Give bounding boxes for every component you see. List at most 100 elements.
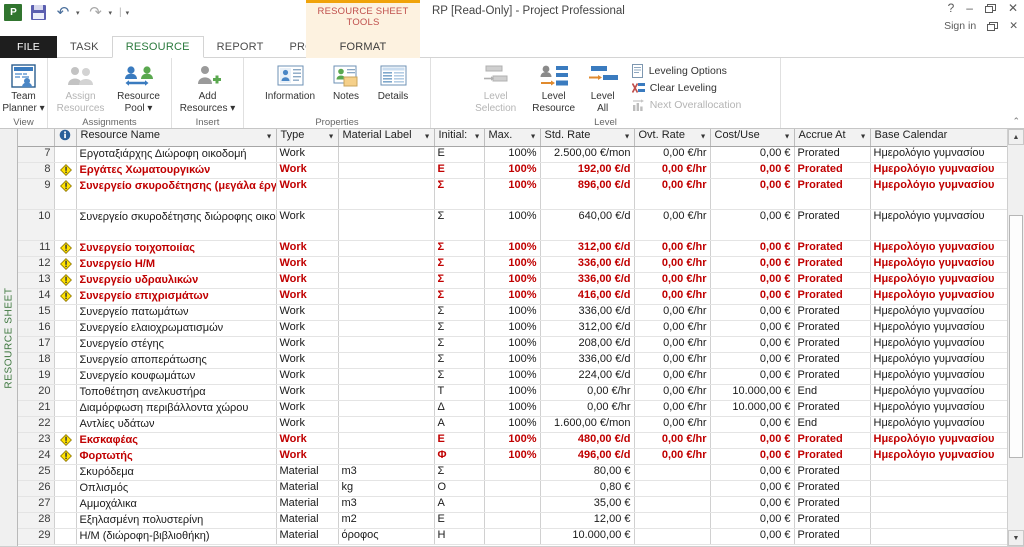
cell-initials[interactable]: Α	[434, 416, 485, 433]
table-row[interactable]: 11 Συνεργείο τοιχοποιίας Work Σ 100% 312,00 €…	[18, 240, 1007, 257]
cell-material-label[interactable]	[338, 400, 435, 417]
cell-base-calendar[interactable]: Ημερολόγιο γυμνασίου	[870, 272, 1007, 289]
cell-std-rate[interactable]: 416,00 €/d	[540, 288, 635, 305]
cell-initials[interactable]: Ε	[434, 162, 485, 179]
row-indicator-cell[interactable]	[54, 448, 77, 465]
cell-max[interactable]	[484, 528, 541, 545]
cell-std-rate[interactable]: 336,00 €/d	[540, 304, 635, 321]
redo-dropdown-icon[interactable]: ▾	[109, 9, 113, 17]
cell-cost-use[interactable]: 0,00 €	[710, 240, 795, 257]
cell-initials[interactable]: Σ	[434, 240, 485, 257]
filter-arrow-cost-use[interactable]: ▼	[784, 134, 791, 141]
cell-max[interactable]: 100%	[484, 320, 541, 337]
row-indicator-cell[interactable]	[54, 416, 77, 433]
close-ribbon-button[interactable]: ✕	[1009, 20, 1018, 32]
cell-max[interactable]: 100%	[484, 162, 541, 179]
row-id-cell[interactable]: 9	[18, 178, 55, 210]
cell-std-rate[interactable]: 2.500,00 €/mon	[540, 146, 635, 163]
cell-cost-use[interactable]: 0,00 €	[710, 320, 795, 337]
cell-ovt-rate[interactable]: 0,00 €/hr	[634, 352, 711, 369]
overallocated-warning-icon[interactable]	[59, 163, 72, 176]
cell-material-label[interactable]: kg	[338, 480, 435, 497]
cell-ovt-rate[interactable]: 0,00 €/hr	[634, 240, 711, 257]
cell-std-rate[interactable]: 10.000,00 €	[540, 528, 635, 545]
cell-initials[interactable]: Σ	[434, 320, 485, 337]
cell-accrue-at[interactable]: Prorated	[794, 528, 871, 545]
cell-accrue-at[interactable]: Prorated	[794, 368, 871, 385]
cell-max[interactable]: 100%	[484, 240, 541, 257]
col-header-indicators[interactable]	[54, 129, 77, 147]
cell-type[interactable]: Work	[276, 320, 339, 337]
cell-type[interactable]: Material	[276, 464, 339, 481]
cell-accrue-at[interactable]: Prorated	[794, 256, 871, 273]
filter-arrow-initials[interactable]: ▼	[474, 134, 481, 141]
cell-initials[interactable]: Η	[434, 528, 485, 545]
row-id-cell[interactable]: 20	[18, 384, 55, 401]
cell-std-rate[interactable]: 640,00 €/d	[540, 209, 635, 241]
cell-resource-name[interactable]: Συνεργείο τοιχοποιίας	[76, 240, 277, 257]
cell-material-label[interactable]	[338, 272, 435, 289]
cell-material-label[interactable]	[338, 352, 435, 369]
row-indicator-cell[interactable]	[54, 272, 77, 289]
cell-cost-use[interactable]: 0,00 €	[710, 432, 795, 449]
row-id-cell[interactable]: 18	[18, 352, 55, 369]
redo-icon[interactable]: ↷	[87, 4, 105, 21]
resource-sheet-grid[interactable]: Resource Name ▼ Type ▼ Material Label ▼ Ini…	[18, 129, 1007, 546]
table-row[interactable]: 26 Οπλισμός Material kg Ο 0,80 € 0,00 € Prorate…	[18, 480, 1007, 497]
cell-base-calendar[interactable]: Ημερολόγιο γυμνασίου	[870, 146, 1007, 163]
cell-material-label[interactable]	[338, 256, 435, 273]
view-label-bar[interactable]: RESOURCE SHEET	[0, 129, 18, 546]
cell-type[interactable]: Work	[276, 448, 339, 465]
filter-arrow-type[interactable]: ▼	[328, 134, 335, 141]
cell-initials[interactable]: Σ	[434, 464, 485, 481]
cell-material-label[interactable]	[338, 288, 435, 305]
row-id-cell[interactable]: 19	[18, 368, 55, 385]
cell-resource-name[interactable]: Αμμοχάλικα	[76, 496, 277, 513]
cell-ovt-rate[interactable]: 0,00 €/hr	[634, 400, 711, 417]
row-id-cell[interactable]: 16	[18, 320, 55, 337]
row-indicator-cell[interactable]	[54, 432, 77, 449]
row-id-cell[interactable]: 11	[18, 240, 55, 257]
table-row[interactable]: 12 Συνεργείο Η/Μ Work Σ 100% 336,00 €/d 0,00 €…	[18, 256, 1007, 273]
cell-resource-name[interactable]: Η/Μ (διώροφη-βιβλιοθήκη)	[76, 528, 277, 545]
filter-arrow-material[interactable]: ▼	[424, 134, 431, 141]
cell-std-rate[interactable]: 480,00 €/d	[540, 432, 635, 449]
table-row[interactable]: 9 Συνεργείο σκυροδέτησης (μεγάλα έργα) Wor…	[18, 178, 1007, 210]
cell-ovt-rate[interactable]: 0,00 €/hr	[634, 368, 711, 385]
cell-std-rate[interactable]: 80,00 €	[540, 464, 635, 481]
customize-qat-icon[interactable]: ▾	[126, 9, 130, 17]
cell-max[interactable]: 100%	[484, 432, 541, 449]
cell-max[interactable]: 100%	[484, 384, 541, 401]
table-row[interactable]: 27 Αμμοχάλικα Material m3 Α 35,00 € 0,00 € Pror…	[18, 496, 1007, 513]
tab-task[interactable]: TASK	[57, 36, 112, 58]
row-indicator-cell[interactable]	[54, 256, 77, 273]
table-row[interactable]: 7 Εργοταξιάρχης Διώροφη οικοδομή Work Ε 100%…	[18, 146, 1007, 163]
cell-cost-use[interactable]: 0,00 €	[710, 464, 795, 481]
table-row[interactable]: 23 Εκσκαφέας Work Ε 100% 480,00 €/d 0,00 €/hr 0…	[18, 432, 1007, 449]
cell-initials[interactable]: Σ	[434, 288, 485, 305]
cell-resource-name[interactable]: Συνεργείο υδραυλικών	[76, 272, 277, 289]
cell-base-calendar[interactable]	[870, 512, 1007, 529]
row-indicator-cell[interactable]	[54, 240, 77, 257]
cell-material-label[interactable]	[338, 432, 435, 449]
cell-accrue-at[interactable]: Prorated	[794, 146, 871, 163]
cell-accrue-at[interactable]: End	[794, 416, 871, 433]
cell-base-calendar[interactable]: Ημερολόγιο γυμνασίου	[870, 240, 1007, 257]
add-resources-button[interactable]: Add Resources ▾	[176, 60, 240, 114]
cell-initials[interactable]: Σ	[434, 256, 485, 273]
row-indicator-cell[interactable]	[54, 368, 77, 385]
clear-leveling-button[interactable]: Clear Leveling	[629, 79, 745, 96]
cell-accrue-at[interactable]: Prorated	[794, 496, 871, 513]
cell-base-calendar[interactable]: Ημερολόγιο γυμνασίου	[870, 416, 1007, 433]
table-row[interactable]: 20 Τοποθέτηση ανελκυστήρα Work Τ 100% 0,00 €/…	[18, 384, 1007, 401]
cell-ovt-rate[interactable]: 0,00 €/hr	[634, 146, 711, 163]
table-row[interactable]: 15 Συνεργείο πατωμάτων Work Σ 100% 336,00 €/d…	[18, 304, 1007, 321]
cell-max[interactable]	[484, 464, 541, 481]
table-row[interactable]: 28 Εξηλασμένη πολυστερίνη Material m2 Ε 12,00…	[18, 512, 1007, 529]
cell-ovt-rate[interactable]: 0,00 €/hr	[634, 448, 711, 465]
tab-format[interactable]: FORMAT	[306, 36, 420, 58]
cell-std-rate[interactable]: 224,00 €/d	[540, 368, 635, 385]
cell-material-label[interactable]	[338, 448, 435, 465]
cell-base-calendar[interactable]: Ημερολόγιο γυμνασίου	[870, 384, 1007, 401]
help-button[interactable]: ?	[948, 2, 955, 14]
